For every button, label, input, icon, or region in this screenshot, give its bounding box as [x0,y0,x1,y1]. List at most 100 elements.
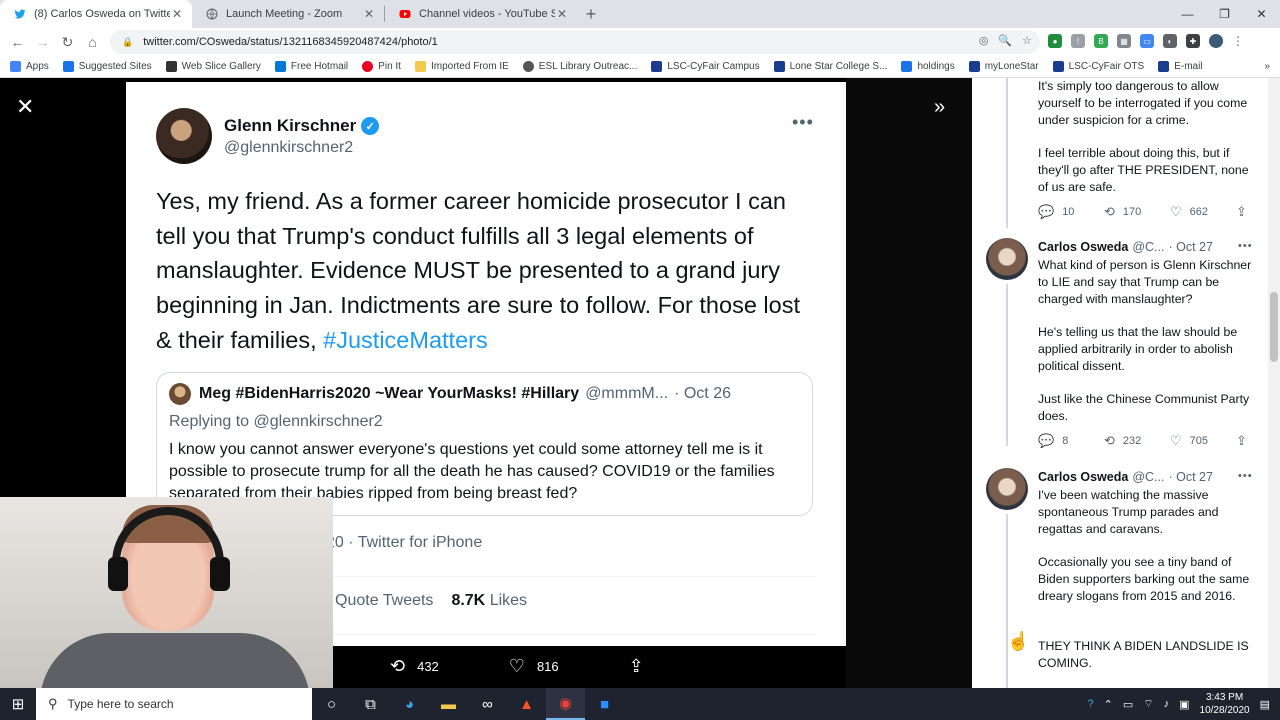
photo-actions: ⟲ 432 ♡ 816 ⇪ [390,656,726,677]
close-tab-icon[interactable]: ✕ [170,7,184,21]
more-icon[interactable]: ••• [1238,470,1253,482]
share-button[interactable]: ⇪ [629,656,656,677]
bookmark-item[interactable]: LSC-CyFair OTS [1052,61,1144,72]
wifi-icon[interactable]: ⌔ [1143,697,1153,711]
lone-star-icon [968,61,980,72]
retweet-button[interactable]: ⟲ 170 [1104,204,1170,220]
thread-line [1006,78,1008,228]
bookmark-item[interactable]: Suggested Sites [62,61,152,72]
chrome-icon[interactable]: ◉ [546,688,585,720]
scrollbar[interactable] [1268,78,1280,688]
quoted-tweet-text: I know you cannot answer everyone's ques… [169,441,775,502]
photo-viewer: ✕ Glenn Kirschner ✓ @glennkirschner2 •••… [0,78,1280,688]
view-site-info-icon[interactable]: ◎ [979,34,989,47]
close-icon[interactable]: ✕ [16,96,34,118]
retweet-icon: ⟲ [390,656,406,676]
bookmark-item[interactable]: Free Hotmail [274,61,348,72]
maximize-icon[interactable]: ❐ [1206,0,1243,28]
avatar[interactable] [986,468,1028,510]
extension-icon[interactable]: ▦ [1117,34,1131,48]
more-icon[interactable]: ••• [1238,240,1253,252]
help-icon[interactable]: ? [1088,698,1094,710]
volume-icon[interactable]: ♪ [1164,698,1170,710]
zoom-icon[interactable]: 🔍 [998,34,1012,47]
bookmark-item[interactable]: Lone Star College S... [773,61,887,72]
avatar[interactable] [986,238,1028,280]
reload-icon[interactable]: ↻ [55,30,80,54]
share-icon: ⇪ [628,656,644,676]
bookmark-item[interactable]: Imported From IE [414,61,509,72]
app-icon[interactable]: ∞ [468,688,507,720]
profile-avatar[interactable] [1209,34,1223,48]
extension-icon[interactable]: ● [1048,34,1062,48]
puzzle-icon[interactable]: ✚ [1186,34,1200,48]
edge-icon[interactable]: ◕ [390,688,429,720]
close-tab-icon[interactable]: ✕ [555,7,569,21]
like-button[interactable]: ♡ 705 [1170,433,1236,449]
bookmark-item[interactable]: LSC-CyFair Campus [651,61,760,72]
more-bookmarks-icon[interactable]: » [1264,61,1270,72]
forward-icon[interactable]: → [30,30,55,54]
tab-youtube-studio[interactable]: Channel videos - YouTube Studio ✕ [385,0,577,28]
file-explorer-icon[interactable]: ▬ [429,688,468,720]
language-icon[interactable]: ▣ [1179,698,1189,711]
minimize-icon[interactable]: — [1169,0,1206,28]
share-button[interactable]: ⇪ [1236,433,1255,449]
task-view-icon[interactable]: ⧉ [351,688,390,720]
tab-twitter[interactable]: (8) Carlos Osweda on Twitter: "T ✕ [0,0,192,28]
bookmark-item[interactable]: Web Slice Gallery [165,61,261,72]
extension-icon[interactable]: ! [1071,34,1085,48]
address-bar[interactable]: 🔒 twitter.com/COsweda/status/13211683459… [110,30,1040,54]
cortana-icon[interactable]: ○ [312,688,351,720]
bookmark-item[interactable]: ESL Library Outreac... [522,61,637,72]
like-button[interactable]: ♡ 662 [1170,204,1236,220]
like-count: 662 [1189,206,1209,218]
bookmark-star-icon[interactable]: ☆ [1022,34,1032,47]
window-controls: — ❐ ✕ [1169,0,1280,28]
author-name-row: Glenn Kirschner ✓ [224,116,380,136]
chevron-up-icon[interactable]: ⌃ [1104,698,1113,711]
tweet-text: Just like the Chinese Communist Party do… [1038,392,1250,423]
reply-button[interactable]: 💬 10 [1038,204,1104,220]
bookmark-item[interactable]: Apps [10,61,49,72]
reply-icon: 💬 [1038,204,1055,219]
close-tab-icon[interactable]: ✕ [362,7,376,21]
retweet-button[interactable]: ⟲ 432 [390,656,439,677]
clock[interactable]: 3:43 PM 10/28/2020 [1200,691,1250,717]
expand-icon[interactable]: » [934,96,945,118]
new-tab-button[interactable]: + [577,0,605,28]
taskbar-search-input[interactable]: ⚲ Type here to search [36,688,312,720]
bookmark-item[interactable]: holdings [901,61,955,72]
scrollbar-thumb[interactable] [1270,292,1278,362]
quoted-tweet: Meg #BidenHarris2020 ~Wear YourMasks! #H… [156,372,813,516]
author-name[interactable]: Carlos Osweda [1038,240,1128,254]
bookmark-item[interactable]: Pin It [362,61,401,72]
bookmark-item[interactable]: E-mail [1158,61,1203,72]
close-window-icon[interactable]: ✕ [1243,0,1280,28]
notifications-icon[interactable]: ▤ [1260,698,1270,711]
reply-button[interactable]: 💬 8 [1038,433,1104,449]
timeline-text: It's simply too dangerous to allow yours… [1038,79,1248,127]
back-icon[interactable]: ← [5,30,30,54]
like-button[interactable]: ♡ 816 [509,656,559,677]
likes-label: Likes [489,592,528,609]
bookmark-item[interactable]: myLoneStar [968,61,1039,72]
retweet-button[interactable]: ⟲ 232 [1104,433,1170,449]
tab-zoom[interactable]: Launch Meeting - Zoom ✕ [192,0,384,28]
menu-icon[interactable]: ⋮ [1232,34,1244,48]
bookmark-label: Apps [26,61,49,72]
windows-start-icon[interactable]: ⊞ [0,688,36,720]
zoom-icon[interactable]: ■ [585,688,624,720]
tweet-date[interactable]: · Oct 27 [1168,470,1212,484]
home-icon[interactable]: ⌂ [80,30,105,54]
share-button[interactable]: ⇪ [1236,204,1255,220]
brave-icon[interactable]: ▲ [507,688,546,720]
tweet-date[interactable]: · Oct 27 [1168,240,1212,254]
extension-icon[interactable]: ▭ [1140,34,1154,48]
retweet-count: 232 [1122,435,1142,447]
network-icon[interactable]: ▭ [1123,698,1133,711]
author-name[interactable]: Carlos Osweda [1038,470,1128,484]
extension-icon[interactable]: ◐ [1163,34,1177,48]
extension-icon[interactable]: B [1094,34,1108,48]
system-tray: ? ⌃ ▭ ⌔ ♪ ▣ 3:43 PM 10/28/2020 ▤ [1088,688,1280,720]
